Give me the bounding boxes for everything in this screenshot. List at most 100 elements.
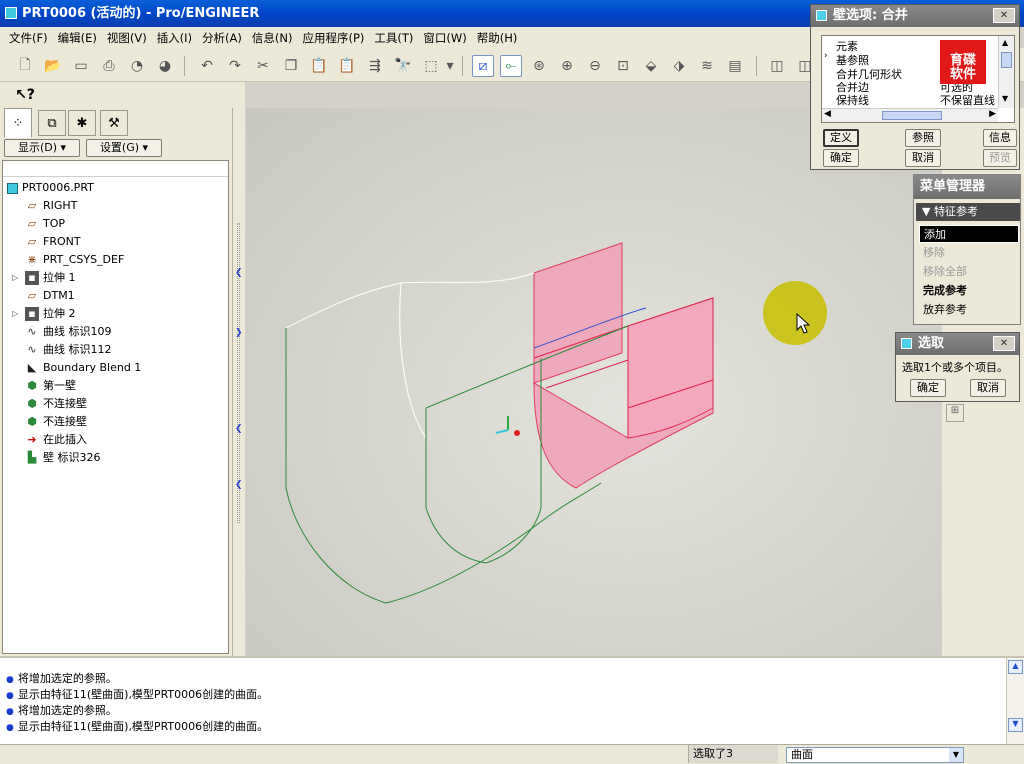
tree-item[interactable]: PRT0006.PRT xyxy=(7,179,94,197)
scroll-up-icon[interactable]: ▲ xyxy=(1008,660,1023,674)
menu-file[interactable]: 文件(F) xyxy=(4,30,53,46)
menu-window[interactable]: 窗口(W) xyxy=(418,30,471,46)
refit-icon[interactable]: ⊡ xyxy=(612,55,634,77)
expand-icon[interactable]: ▷ xyxy=(12,305,18,323)
zoom-in-icon[interactable]: ⊕ xyxy=(556,55,578,77)
settings-dropdown[interactable]: 设置(G) ▾ xyxy=(86,139,162,157)
scroll-down-icon[interactable]: ▼ xyxy=(1002,94,1008,103)
new-file-icon[interactable]: 🗋 xyxy=(14,55,36,77)
chevron-down-icon[interactable]: ▾ xyxy=(444,55,456,77)
tree-item[interactable]: ▷ ▪ 拉伸 1 xyxy=(12,269,76,287)
chevron-down-icon[interactable]: ▼ xyxy=(949,748,963,762)
regenerate-model-icon[interactable]: ⇶ xyxy=(364,55,386,77)
expand-icon[interactable]: ▷ xyxy=(12,269,18,287)
references-button[interactable]: 参照 xyxy=(905,129,941,147)
menu-item-remove-all[interactable]: 移除全部 xyxy=(919,263,1019,281)
tree-item[interactable]: ▱ DTM1 xyxy=(25,287,75,305)
tree-item[interactable]: ◣ Boundary Blend 1 xyxy=(25,359,142,377)
menu-edit[interactable]: 编辑(E) xyxy=(53,30,102,46)
collapse-arrow-icon[interactable]: ❮ xyxy=(235,480,243,490)
menu-applications[interactable]: 应用程序(P) xyxy=(297,30,369,46)
cancel-button[interactable]: 取消 xyxy=(970,379,1006,397)
datum-tool-icon[interactable]: ⊞ xyxy=(946,404,964,422)
folder-browser-tab[interactable]: ⧉ xyxy=(38,110,66,136)
scroll-thumb[interactable] xyxy=(882,111,942,120)
menu-insert[interactable]: 插入(I) xyxy=(152,30,197,46)
menu-item-quit-refs[interactable]: 放弃参考 xyxy=(919,301,1019,319)
context-help-icon[interactable]: ↖? xyxy=(14,84,36,106)
cut-icon[interactable]: ✂ xyxy=(252,55,274,77)
undo-icon[interactable]: ↶ xyxy=(196,55,218,77)
save-icon[interactable]: ▭ xyxy=(70,55,92,77)
connections-tab[interactable]: ⚒ xyxy=(100,110,128,136)
define-button[interactable]: 定义 xyxy=(823,129,859,147)
vertical-scrollbar[interactable]: ▲ ▼ xyxy=(998,36,1014,108)
menu-item-add[interactable]: 添加 xyxy=(919,225,1019,243)
orient-mode-icon[interactable]: ⊛ xyxy=(528,55,550,77)
panel-splitter[interactable]: ❮ ❯ ❮ ❮ xyxy=(232,108,245,656)
zoom-out-icon[interactable]: ⊖ xyxy=(584,55,606,77)
tree-item[interactable]: ⬢ 不连接壁 xyxy=(25,413,87,431)
scroll-left-icon[interactable]: ◀ xyxy=(824,109,831,119)
regenerate-icon[interactable]: ◕ xyxy=(154,55,176,77)
horizontal-scrollbar[interactable]: ◀ ▶ xyxy=(822,108,998,122)
element-row[interactable]: 保持线 xyxy=(836,92,869,108)
preview-button[interactable]: 预览 xyxy=(983,149,1017,167)
find-icon[interactable]: 🔭 xyxy=(392,55,414,77)
scroll-up-icon[interactable]: ▲ xyxy=(1002,38,1008,47)
tree-item[interactable]: ▱ RIGHT xyxy=(25,197,78,215)
print-icon[interactable]: ⎙ xyxy=(98,55,120,77)
menu-view[interactable]: 视图(V) xyxy=(102,30,152,46)
datum-display-icon[interactable]: ⧄ xyxy=(472,55,494,77)
menu-group-header[interactable]: ▼ 特征参考 xyxy=(916,203,1020,221)
tree-item[interactable]: ▱ FRONT xyxy=(25,233,81,251)
scroll-down-icon[interactable]: ▼ xyxy=(1008,718,1023,732)
tree-item[interactable]: ▱ TOP xyxy=(25,215,65,233)
close-icon[interactable]: ✕ xyxy=(993,8,1015,23)
menu-info[interactable]: 信息(N) xyxy=(247,30,298,46)
tree-item[interactable]: ▷ ▪ 拉伸 2 xyxy=(12,305,76,323)
reorient-icon[interactable]: ⬙ xyxy=(640,55,662,77)
open-folder-icon[interactable]: 📂 xyxy=(42,55,64,77)
tree-item[interactable]: ∿ 曲线 标识112 xyxy=(25,341,111,359)
ok-button[interactable]: 确定 xyxy=(823,149,859,167)
graphics-window[interactable] xyxy=(246,108,942,656)
tree-item[interactable]: ▙ 壁 标识326 xyxy=(25,449,101,467)
expand-arrow-icon[interactable]: ❯ xyxy=(235,328,243,338)
chevron-right-icon[interactable]: › xyxy=(824,51,828,61)
message-scrollbar[interactable]: ▲ ▼ xyxy=(1006,658,1024,744)
wireframe-icon[interactable]: ◫ xyxy=(766,55,788,77)
show-dropdown[interactable]: 显示(D) ▾ xyxy=(4,139,80,157)
scroll-thumb[interactable] xyxy=(1001,52,1012,68)
menu-tools[interactable]: 工具(T) xyxy=(369,30,418,46)
spin-center-icon[interactable]: ⟜ xyxy=(500,55,522,77)
collapse-arrow-icon[interactable]: ❮ xyxy=(235,424,243,434)
tree-item[interactable]: ⋇ PRT_CSYS_DEF xyxy=(25,251,124,269)
favorites-tab[interactable]: ✱ xyxy=(68,110,96,136)
model-tree-tab[interactable]: ⁘ xyxy=(4,108,32,138)
scroll-right-icon[interactable]: ▶ xyxy=(989,109,996,119)
copy-icon[interactable]: ❐ xyxy=(280,55,302,77)
menu-item-remove[interactable]: 移除 xyxy=(919,244,1019,262)
tree-item[interactable]: ∿ 曲线 标识109 xyxy=(25,323,111,341)
tree-item[interactable]: ⬢ 第一壁 xyxy=(25,377,76,395)
cancel-button[interactable]: 取消 xyxy=(905,149,941,167)
tree-item[interactable]: ⬢ 不连接壁 xyxy=(25,395,87,413)
paste-special-icon[interactable]: 📋 xyxy=(336,55,358,77)
send-mail-icon[interactable]: ◔ xyxy=(126,55,148,77)
ok-button[interactable]: 确定 xyxy=(910,379,946,397)
selection-box-icon[interactable]: ⬚ xyxy=(420,55,442,77)
menu-analysis[interactable]: 分析(A) xyxy=(197,30,247,46)
layers-icon[interactable]: ≋ xyxy=(696,55,718,77)
collapse-arrow-icon[interactable]: ❮ xyxy=(235,268,243,278)
menu-help[interactable]: 帮助(H) xyxy=(472,30,523,46)
menu-item-done-refs[interactable]: 完成参考 xyxy=(919,282,1019,300)
filter-select[interactable]: 曲面 ▼ xyxy=(786,747,964,763)
tree-item[interactable]: ➜ 在此插入 xyxy=(25,431,87,449)
close-icon[interactable]: ✕ xyxy=(993,336,1015,351)
saved-views-icon[interactable]: ⬗ xyxy=(668,55,690,77)
view-manager-icon[interactable]: ▤ xyxy=(724,55,746,77)
redo-icon[interactable]: ↷ xyxy=(224,55,246,77)
paste-icon[interactable]: 📋 xyxy=(308,55,330,77)
info-button[interactable]: 信息 xyxy=(983,129,1017,147)
